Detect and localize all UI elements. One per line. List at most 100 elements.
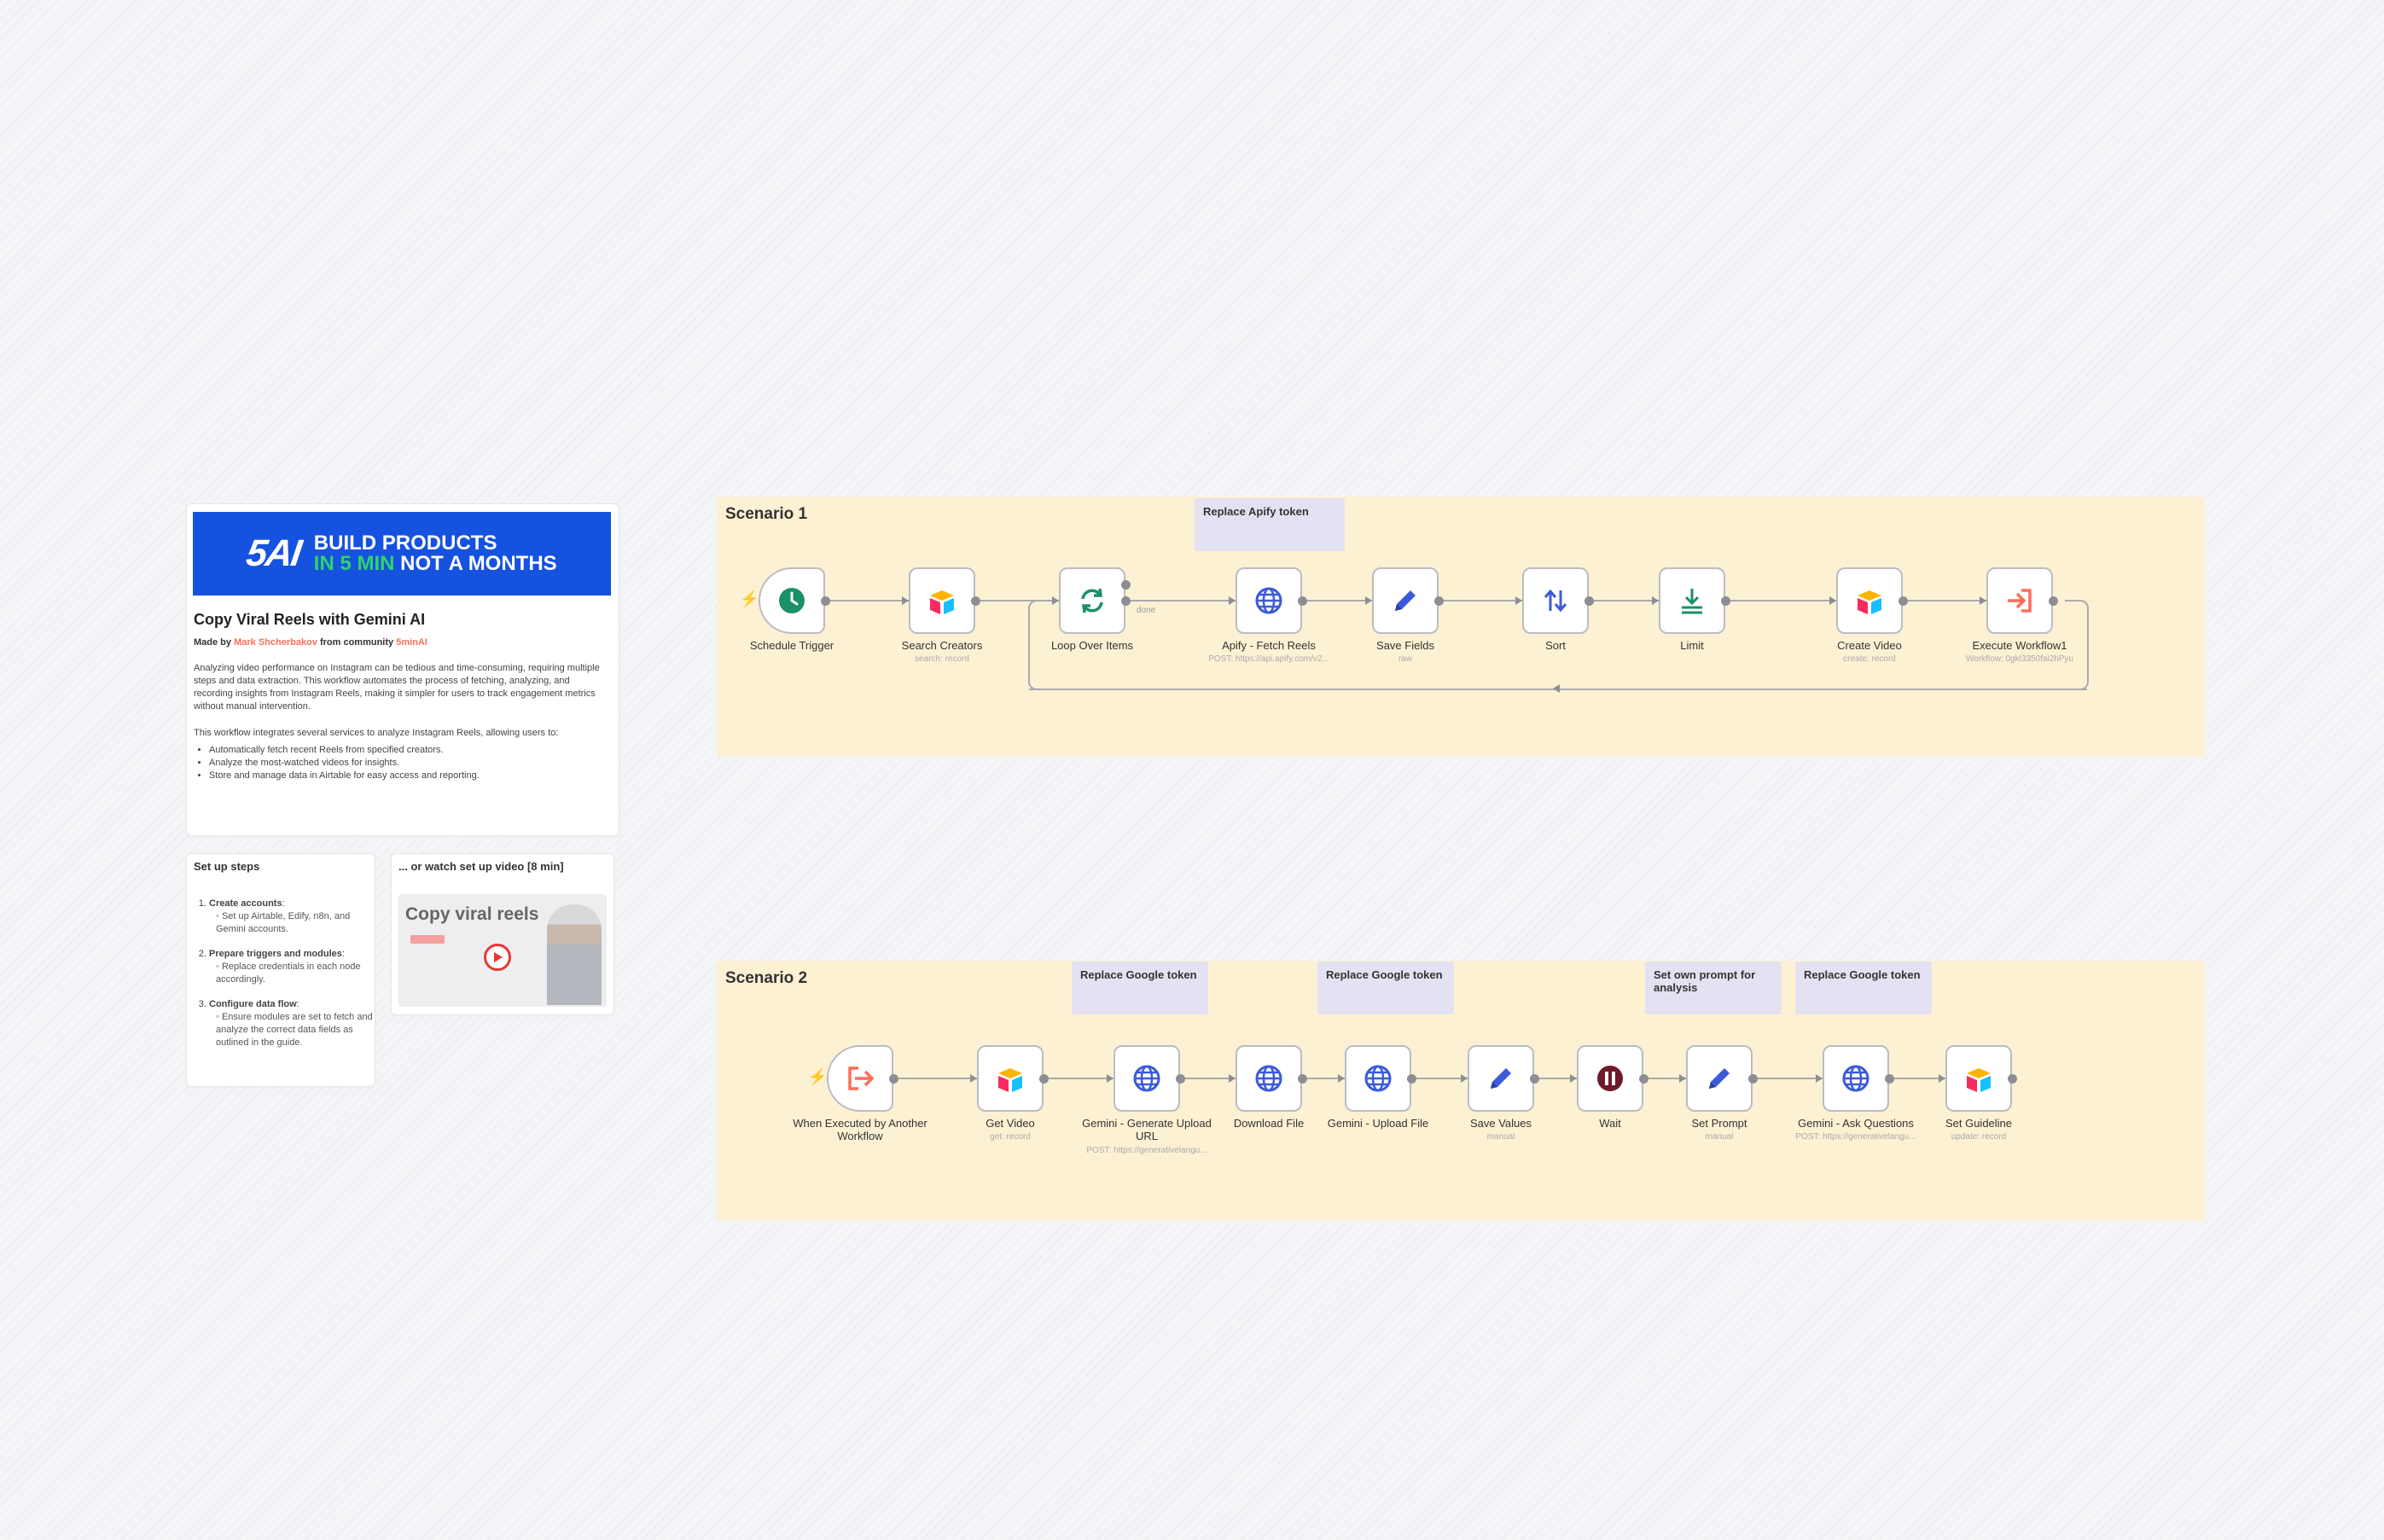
sticky-note-apify-token[interactable]: Replace Apify token (1195, 498, 1345, 551)
sort-icon (1540, 585, 1571, 616)
output-handle[interactable] (2049, 596, 2058, 606)
description-para2: This workflow integrates several service… (194, 728, 559, 738)
node-schedule-trigger[interactable] (759, 567, 825, 634)
author-link[interactable]: Mark Shcherbakov (234, 637, 317, 648)
node-gemini-upload-file[interactable] (1345, 1045, 1411, 1112)
node-label: Create Video (1837, 639, 1902, 652)
output-handle[interactable] (1639, 1074, 1648, 1084)
node-wait[interactable] (1577, 1045, 1643, 1112)
output-handle[interactable] (821, 596, 830, 606)
node-apify-fetch-reels[interactable] (1236, 567, 1302, 634)
output-handle[interactable] (1298, 1074, 1307, 1084)
presenter-image (547, 904, 602, 1005)
node-connector (1180, 1078, 1236, 1079)
input-arrow-icon (1338, 1074, 1345, 1083)
feature-list: Automatically fetch recent Reels from sp… (194, 744, 610, 782)
list-item: Configure data flow:◦ Ensure modules are… (209, 998, 380, 1049)
node-search-creators[interactable] (909, 567, 975, 634)
trigger-bolt-icon: ⚡ (808, 1068, 828, 1085)
play-icon[interactable] (484, 944, 511, 971)
input-arrow-icon (1107, 1074, 1114, 1083)
output-handle[interactable] (1748, 1074, 1758, 1084)
node-execute-workflow1[interactable] (1986, 567, 2053, 634)
node-label: Set Guideline (1945, 1117, 2013, 1130)
output-handle[interactable] (971, 596, 980, 606)
output-handle[interactable] (1121, 596, 1131, 606)
pencil-icon (1704, 1063, 1735, 1094)
node-save-values[interactable] (1468, 1045, 1534, 1112)
node-label: When Executed by Another Workflow (793, 1117, 927, 1142)
node-subtitle: raw (1398, 654, 1413, 664)
execute-workflow-icon (2004, 585, 2035, 616)
output-handle[interactable] (1176, 1074, 1185, 1084)
output-handle[interactable] (1039, 1074, 1049, 1084)
community-link[interactable]: 5minAI (396, 637, 427, 648)
setup-steps-list: Create accounts:◦ Set up Airtable, Edify… (194, 898, 380, 1049)
node-download-file[interactable] (1236, 1045, 1302, 1112)
airtable-icon (995, 1063, 1026, 1094)
output-handle[interactable] (1530, 1074, 1539, 1084)
banner-line1: BUILD PRODUCTS (313, 532, 497, 555)
input-arrow-icon (1229, 596, 1236, 605)
output-handle[interactable] (1407, 1074, 1416, 1084)
list-item: Store and manage data in Airtable for ea… (209, 770, 610, 782)
sticky-note-google-token[interactable]: Replace Google token (1795, 962, 1932, 1014)
output-handle[interactable] (2008, 1074, 2017, 1084)
output-handle[interactable] (1721, 596, 1730, 606)
output-handle[interactable] (1898, 596, 1908, 606)
node-when-executed-by-another-workflow[interactable] (827, 1045, 893, 1112)
node-get-video[interactable] (977, 1045, 1044, 1112)
airtable-icon (1854, 585, 1885, 616)
banner-line2: IN 5 MIN NOT A MONTHS (313, 552, 557, 575)
sticky-note-google-token[interactable]: Replace Google token (1072, 962, 1208, 1014)
output-handle[interactable] (1434, 596, 1444, 606)
output-handle[interactable] (1298, 596, 1307, 606)
output-handle[interactable] (1584, 596, 1594, 606)
globe-icon (1363, 1063, 1393, 1094)
5ai-logo: 5AI (243, 532, 304, 574)
node-save-fields[interactable] (1372, 567, 1439, 634)
made-by-line: Made by Mark Shcherbakov from community … (194, 637, 427, 648)
loop-back-left (1028, 600, 1052, 690)
output-handle[interactable] (889, 1074, 898, 1084)
node-set-guideline[interactable] (1945, 1045, 2012, 1112)
banner-text: BUILD PRODUCTS IN 5 MIN NOT A MONTHS (314, 533, 557, 574)
node-sort[interactable] (1522, 567, 1589, 634)
node-connector (825, 600, 909, 601)
list-item: Analyze the most-watched videos for insi… (209, 757, 610, 770)
sticky-note-prompt[interactable]: Set own prompt for analysis (1645, 962, 1782, 1014)
node-set-prompt[interactable] (1686, 1045, 1753, 1112)
promo-banner: 5AI BUILD PRODUCTS IN 5 MIN NOT A MONTHS (193, 512, 611, 596)
node-label: Sort (1545, 639, 1566, 652)
node-limit[interactable] (1659, 567, 1725, 634)
clock-icon (776, 585, 807, 616)
input-arrow-icon (1365, 596, 1372, 605)
loop-done-handle[interactable] (1121, 580, 1131, 590)
globe-icon (1253, 585, 1284, 616)
globe-icon (1131, 1063, 1162, 1094)
globe-icon (1840, 1063, 1871, 1094)
loop-icon (1077, 585, 1108, 616)
node-gemini-ask-questions[interactable] (1823, 1045, 1889, 1112)
input-arrow-icon (1829, 596, 1836, 605)
output-handle[interactable] (1885, 1074, 1894, 1084)
video-title: ... or watch set up video [8 min] (398, 860, 564, 873)
node-connector (1725, 600, 1836, 601)
pencil-icon (1486, 1063, 1516, 1094)
video-thumbnail[interactable]: Copy viral reels (398, 894, 607, 1007)
airtable-icon (927, 585, 957, 616)
workflow-trigger-icon (845, 1063, 875, 1094)
trigger-bolt-icon: ⚡ (740, 590, 759, 607)
list-item: Automatically fetch recent Reels from sp… (209, 744, 610, 757)
node-gemini-generate-upload-url[interactable] (1114, 1045, 1180, 1112)
node-loop-over-items[interactable] (1059, 567, 1125, 634)
node-label: Get Video (986, 1117, 1035, 1130)
node-create-video[interactable] (1836, 567, 1903, 634)
loop-back-arrow-icon (1553, 684, 1560, 693)
input-arrow-icon (902, 596, 909, 605)
sticky-note-google-token[interactable]: Replace Google token (1317, 962, 1454, 1014)
node-subtitle: search: record (915, 654, 969, 664)
pencil-icon (1390, 585, 1421, 616)
node-connector (1889, 1078, 1945, 1079)
node-connector (1753, 1078, 1823, 1079)
